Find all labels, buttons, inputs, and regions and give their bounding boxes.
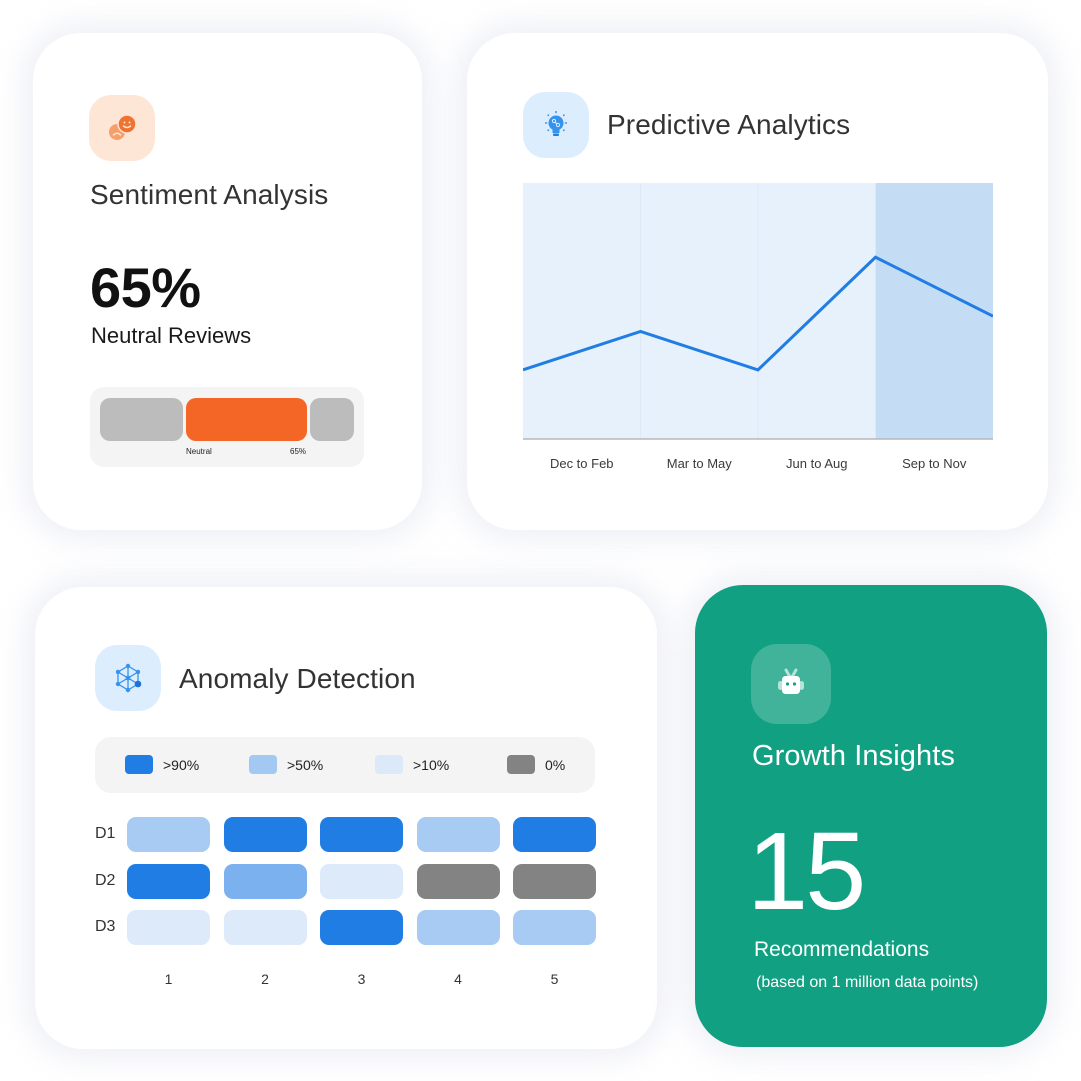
chart-band (875, 183, 993, 439)
x-tick-label: Sep to Nov (902, 456, 967, 471)
segment-value: 65% (290, 447, 307, 456)
legend-item: >50% (249, 755, 323, 774)
column-label: 4 (454, 970, 462, 987)
heatmap-cell-D1-1 (127, 817, 210, 852)
heatmap-cell-D3-4 (416, 910, 500, 945)
legend-item: >90% (125, 755, 199, 774)
anomaly-detection-card: Anomaly Detection >90% >50% >10% 0% D1 D2… (35, 587, 657, 1049)
heatmap-cell-D3-5 (513, 910, 596, 945)
sentiment-percentage: 65% (90, 256, 201, 319)
heatmap-cell-D2-5 (513, 863, 596, 899)
x-tick-label: Mar to May (667, 456, 733, 471)
column-label: 2 (261, 970, 269, 987)
sentiment-analysis-card: Sentiment Analysis 65% Neutral Reviews N… (33, 33, 422, 530)
growth-insights-card: Growth Insights 15 Recommendations (base… (695, 585, 1047, 1047)
column-label: 1 (164, 970, 173, 987)
segment-negative (100, 398, 183, 441)
chart-band (758, 183, 876, 439)
heatmap-cell-D1-2 (223, 817, 307, 852)
row-label: D2 (95, 871, 116, 889)
heatmap-cell-D3-1 (127, 910, 210, 945)
legend-swatch (507, 755, 535, 774)
segment-label: Neutral (186, 447, 212, 456)
robot-icon (751, 644, 831, 724)
legend-label: >90% (163, 756, 200, 773)
legend-swatch (125, 755, 153, 774)
x-tick-label: Jun to Aug (786, 456, 847, 471)
data-points-note: (based on 1 million data points) (756, 974, 979, 991)
chart-band (640, 183, 758, 439)
segment-positive (310, 398, 354, 441)
predictive-line-chart: Dec to Feb Mar to May Jun to Aug Sep to Nov (523, 183, 993, 471)
segment-neutral (186, 398, 307, 441)
chart-band (523, 183, 641, 439)
card-title: Anomaly Detection (179, 663, 416, 694)
anomaly-heatmap: D1 D2 D3 1 2 3 4 5 (85, 817, 605, 997)
network-cube-icon (95, 645, 161, 711)
sentiment-bar: Neutral 65% (90, 387, 364, 467)
heatmap-cell-D2-1 (127, 863, 210, 899)
row-label: D1 (95, 825, 116, 842)
column-label: 5 (550, 970, 559, 987)
legend-swatch (375, 755, 403, 774)
legend-label: >50% (287, 756, 324, 773)
recommendations-label: Recommendations (754, 938, 930, 961)
legend-item: 0% (507, 755, 565, 774)
heatmap-legend: >90% >50% >10% 0% (95, 737, 595, 793)
sentiment-subtitle: Neutral Reviews (91, 323, 252, 348)
row-label: D3 (95, 918, 116, 935)
legend-label: >10% (413, 756, 450, 773)
card-title: Sentiment Analysis (90, 179, 329, 210)
heatmap-cell-D2-3 (320, 863, 403, 899)
card-title: Growth Insights (752, 740, 955, 772)
sentiment-faces-icon (89, 95, 155, 161)
legend-label: 0% (545, 756, 566, 773)
heatmap-cell-D1-4 (416, 817, 500, 852)
predictive-analytics-card: Predictive Analytics Dec to Feb Mar to Ma… (467, 33, 1048, 530)
heatmap-cell-D3-2 (223, 910, 307, 945)
heatmap-cell-D1-5 (513, 817, 596, 852)
heatmap-cell-D2-4 (416, 863, 500, 899)
column-label: 3 (357, 970, 366, 987)
heatmap-cell-D3-3 (320, 910, 403, 945)
heatmap-cell-D1-3 (320, 817, 403, 852)
legend-item: >10% (375, 755, 449, 774)
x-tick-label: Dec to Feb (550, 456, 614, 471)
legend-swatch (249, 755, 277, 774)
lightbulb-icon (523, 92, 589, 158)
heatmap-cell-D2-2 (223, 863, 307, 899)
card-title: Predictive Analytics (607, 109, 851, 140)
recommendations-count: 15 (747, 810, 866, 933)
